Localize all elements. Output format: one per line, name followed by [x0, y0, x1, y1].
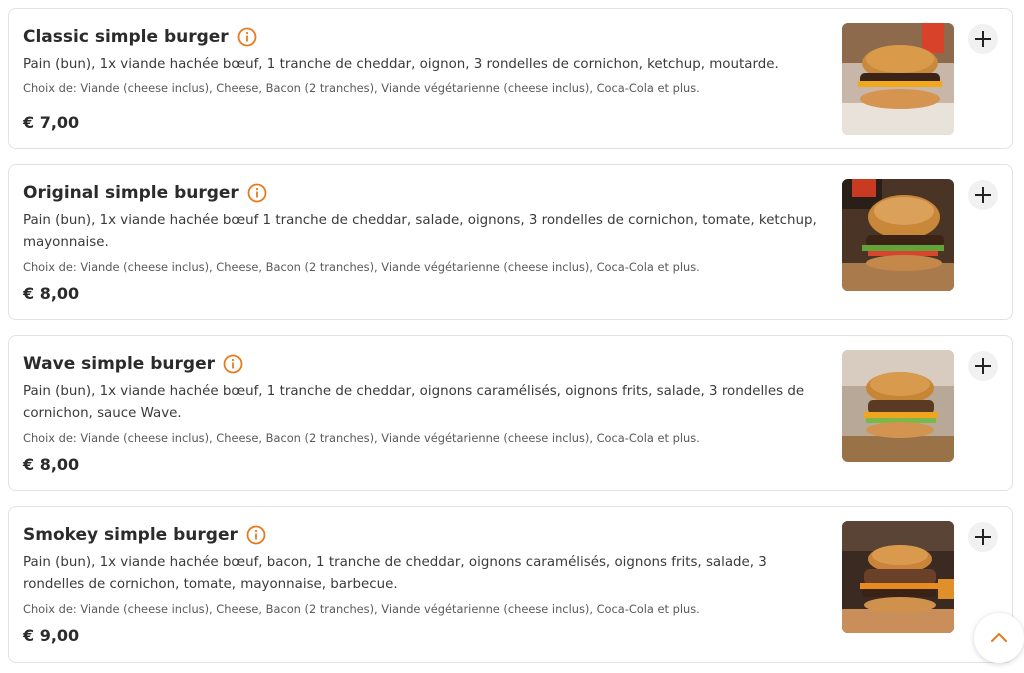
plus-icon: [975, 529, 991, 545]
menu-item-header: Classic simple burger: [23, 27, 257, 47]
menu-item-title: Wave simple burger: [23, 354, 215, 374]
menu-item-description: Pain (bun), 1x viande hachée bœuf, 1 tra…: [23, 57, 779, 72]
menu-item-choices: Choix de: Viande (cheese inclus), Cheese…: [23, 81, 700, 95]
info-icon[interactable]: [237, 27, 257, 47]
plus-icon: [975, 187, 991, 203]
menu-item-card[interactable]: Classic simple burger Pain (bun), 1x via…: [8, 8, 1013, 149]
menu-item-choices: Choix de: Viande (cheese inclus), Cheese…: [23, 260, 700, 274]
menu-item-title: Smokey simple burger: [23, 525, 238, 545]
menu-item-header: Wave simple burger: [23, 354, 243, 374]
add-to-cart-button[interactable]: [968, 180, 998, 210]
menu-item-list: Classic simple burger Pain (bun), 1x via…: [0, 0, 1024, 673]
menu-item-header: Original simple burger: [23, 183, 267, 203]
menu-item-header: Smokey simple burger: [23, 525, 266, 545]
add-to-cart-button[interactable]: [968, 24, 998, 54]
burger-photo[interactable]: [842, 23, 954, 135]
menu-item-price: € 9,00: [23, 626, 80, 645]
chevron-up-icon: [991, 633, 1007, 642]
menu-item-title: Original simple burger: [23, 183, 239, 203]
plus-icon: [975, 31, 991, 47]
menu-item-title: Classic simple burger: [23, 27, 229, 47]
menu-item-choices: Choix de: Viande (cheese inclus), Cheese…: [23, 602, 700, 616]
menu-item-price: € 7,00: [23, 113, 80, 132]
menu-item-description: Pain (bun), 1x viande hachée bœuf, bacon…: [23, 555, 767, 592]
menu-item-description: Pain (bun), 1x viande hachée bœuf 1 tran…: [23, 213, 817, 250]
menu-item-price: € 8,00: [23, 284, 80, 303]
burger-photo[interactable]: [842, 521, 954, 633]
menu-item-price: € 8,00: [23, 455, 80, 474]
add-to-cart-button[interactable]: [968, 522, 998, 552]
menu-item-description: Pain (bun), 1x viande hachée bœuf, 1 tra…: [23, 384, 805, 421]
plus-icon: [975, 358, 991, 374]
info-icon[interactable]: [223, 354, 243, 374]
menu-item-card[interactable]: Original simple burger Pain (bun), 1x vi…: [8, 164, 1013, 320]
scroll-to-top-button[interactable]: [974, 613, 1024, 663]
menu-item-card[interactable]: Wave simple burger Pain (bun), 1x viande…: [8, 335, 1013, 491]
burger-photo[interactable]: [842, 179, 954, 291]
burger-photo[interactable]: [842, 350, 954, 462]
add-to-cart-button[interactable]: [968, 351, 998, 381]
menu-item-card[interactable]: Smokey simple burger Pain (bun), 1x vian…: [8, 506, 1013, 663]
menu-item-choices: Choix de: Viande (cheese inclus), Cheese…: [23, 431, 700, 445]
info-icon[interactable]: [247, 183, 267, 203]
info-icon[interactable]: [246, 525, 266, 545]
